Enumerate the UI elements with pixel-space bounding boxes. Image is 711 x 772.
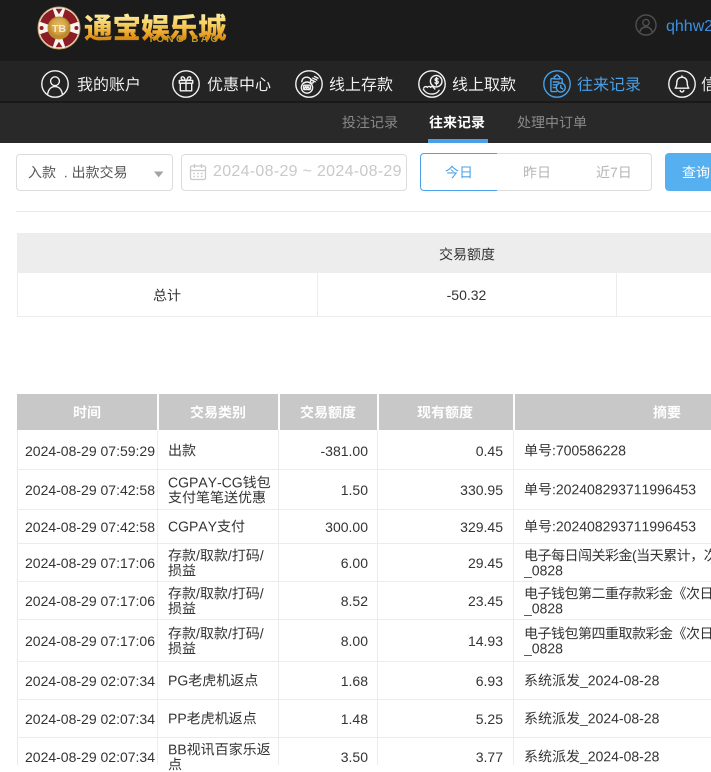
- svg-text:TB: TB: [52, 23, 66, 35]
